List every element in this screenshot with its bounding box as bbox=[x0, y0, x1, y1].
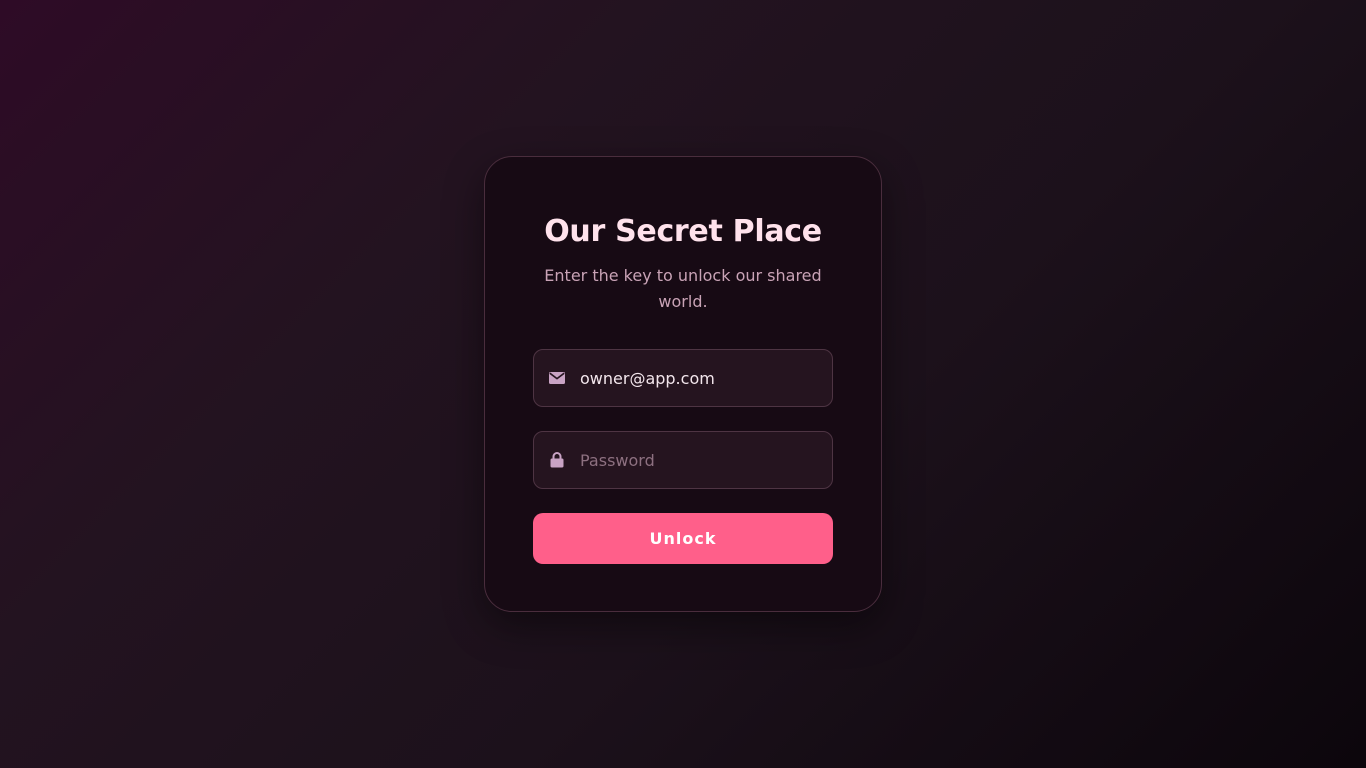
password-field-wrapper bbox=[533, 431, 833, 489]
page-title: Our Secret Place bbox=[544, 214, 822, 249]
email-field[interactable] bbox=[580, 350, 832, 406]
login-card: Our Secret Place Enter the key to unlock… bbox=[484, 156, 882, 612]
lock-icon bbox=[548, 451, 566, 469]
unlock-button[interactable]: Unlock bbox=[533, 513, 833, 564]
page-subtitle: Enter the key to unlock our shared world… bbox=[544, 266, 822, 311]
envelope-icon bbox=[548, 369, 566, 387]
password-field[interactable] bbox=[580, 432, 832, 488]
email-field-wrapper bbox=[533, 349, 833, 407]
